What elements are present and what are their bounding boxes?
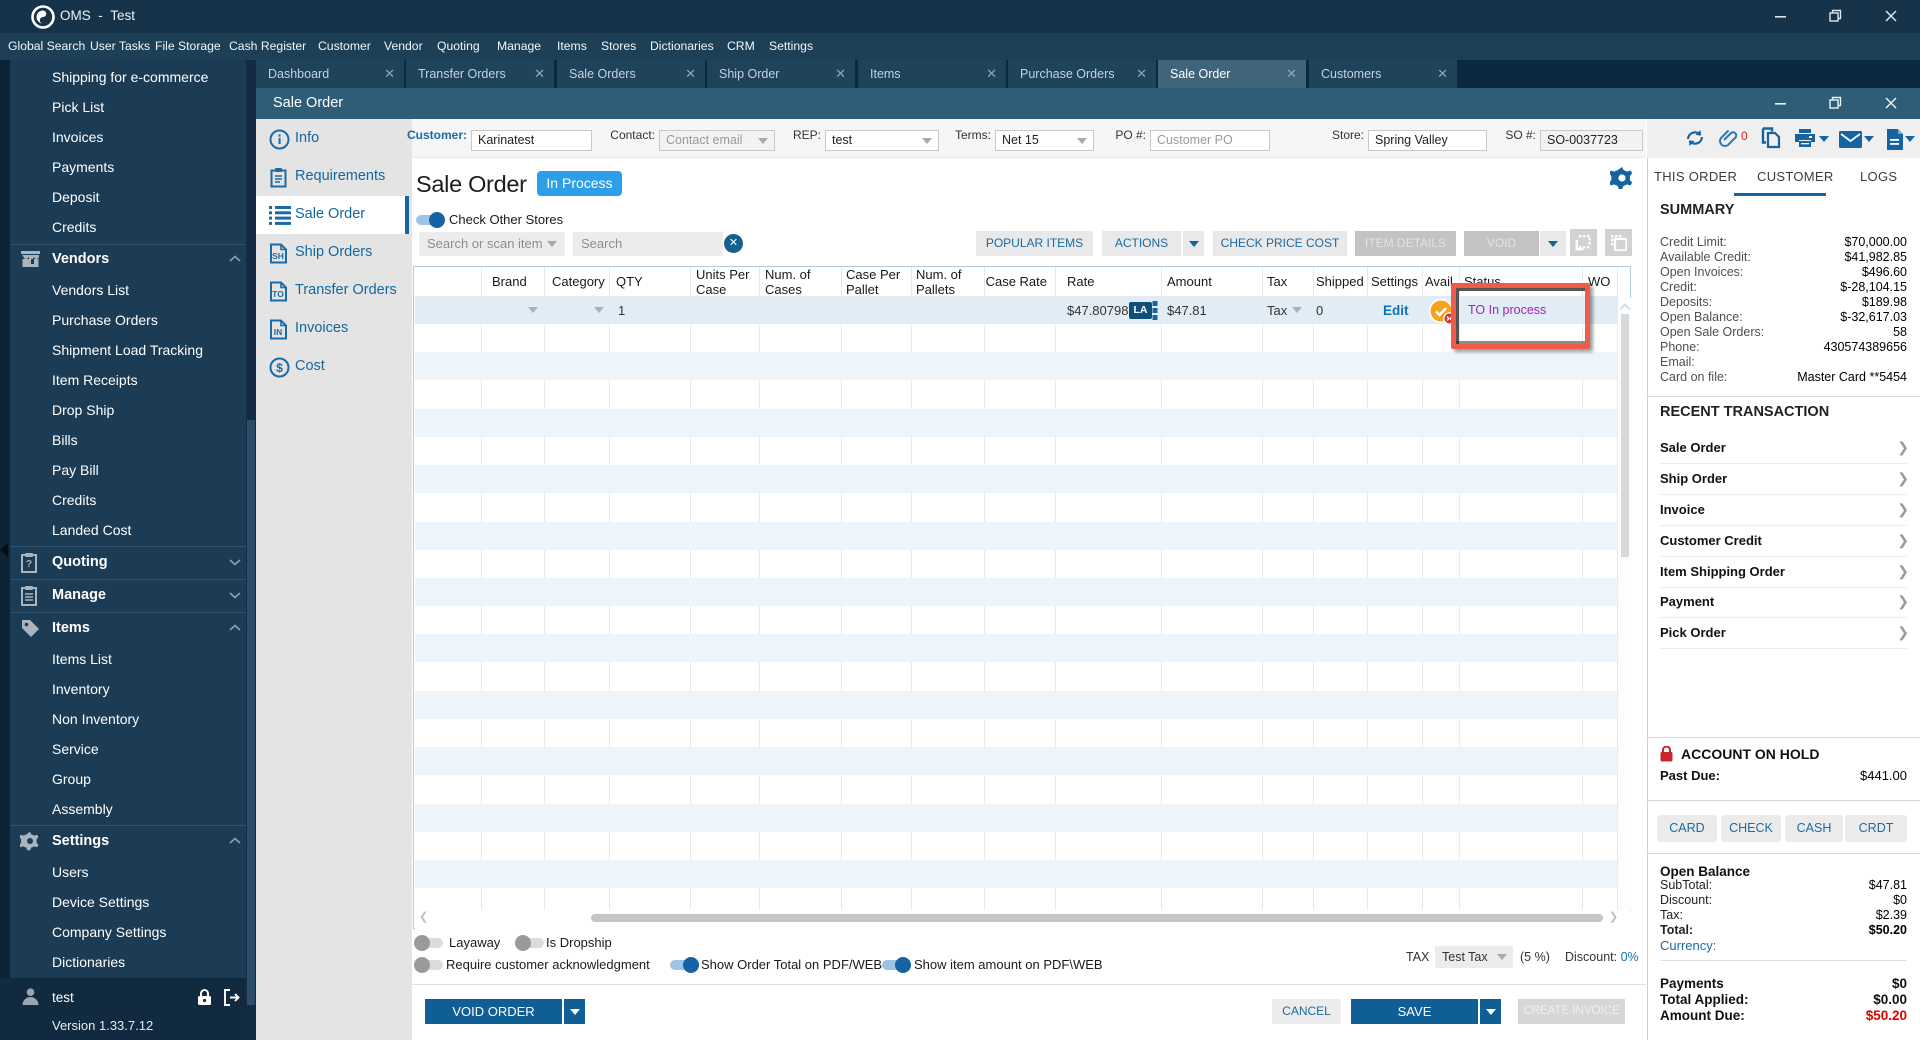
svg-text:?: ? xyxy=(26,559,32,570)
svg-text:$: $ xyxy=(276,361,283,375)
svg-text:SH: SH xyxy=(272,251,284,261)
svg-text:IN: IN xyxy=(274,327,283,337)
svg-text:TO: TO xyxy=(272,289,284,299)
